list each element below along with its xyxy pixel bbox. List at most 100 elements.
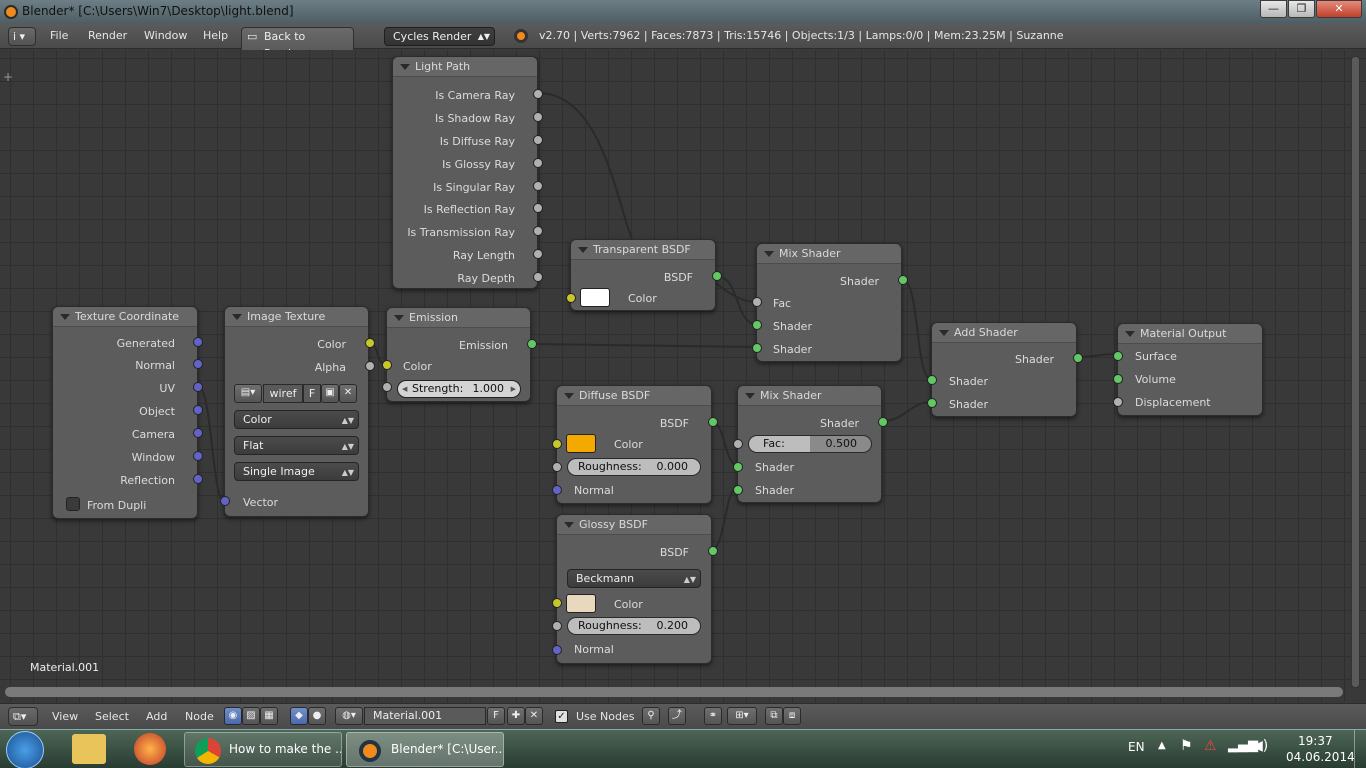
socket-window[interactable] bbox=[193, 451, 203, 461]
socket-shader-input-2[interactable] bbox=[733, 485, 743, 495]
socket-is-singular-ray[interactable] bbox=[533, 181, 543, 191]
menu-select[interactable]: Select bbox=[95, 710, 129, 723]
socket-ray-length[interactable] bbox=[533, 249, 543, 259]
shader-nodes-icon[interactable]: ◉ bbox=[224, 707, 242, 725]
socket-shader-input-2[interactable] bbox=[927, 398, 937, 408]
object-shader-icon[interactable]: ◆ bbox=[290, 707, 308, 725]
region-expand-plus-icon[interactable]: + bbox=[3, 70, 13, 84]
menu-view[interactable]: View bbox=[52, 710, 78, 723]
socket-bsdf[interactable] bbox=[712, 271, 722, 281]
socket-displacement-input[interactable] bbox=[1113, 397, 1123, 407]
editor-type-info-icon[interactable]: i ▾ bbox=[8, 27, 36, 46]
socket-is-glossy-ray[interactable] bbox=[533, 158, 543, 168]
socket-color-input[interactable] bbox=[552, 598, 562, 608]
taskbar-item-chrome[interactable]: How to make the ... bbox=[184, 732, 342, 767]
socket-is-shadow-ray[interactable] bbox=[533, 112, 543, 122]
socket-is-diffuse-ray[interactable] bbox=[533, 135, 543, 145]
socket-fac-input[interactable] bbox=[733, 439, 743, 449]
socket-alpha[interactable] bbox=[365, 361, 375, 371]
image-browse-icon[interactable]: ▤▾ bbox=[234, 384, 262, 403]
socket-is-transmission-ray[interactable] bbox=[533, 226, 543, 236]
node-mix-shader-2[interactable]: Mix Shader Shader Fac: 0.500 Shader Shad… bbox=[733, 385, 888, 503]
node-emission[interactable]: Emission Emission Color ◀ Strength: 1.00… bbox=[382, 307, 537, 402]
socket-color-input[interactable] bbox=[566, 293, 576, 303]
socket-emission[interactable] bbox=[527, 339, 537, 349]
paste-nodes-icon[interactable]: ⧈ bbox=[783, 707, 801, 725]
node-editor-canvas[interactable]: Light Path Is Camera Ray Is Shadow Ray I… bbox=[0, 50, 1366, 702]
pin-icon[interactable]: ⚲ bbox=[642, 707, 660, 725]
socket-roughness-input[interactable] bbox=[552, 621, 562, 631]
socket-shader-output[interactable] bbox=[898, 275, 908, 285]
socket-is-camera-ray[interactable] bbox=[533, 89, 543, 99]
minimize-button[interactable]: — bbox=[1260, 0, 1287, 18]
node-texture-coordinate[interactable]: Texture Coordinate Generated Normal UV O… bbox=[52, 306, 203, 519]
socket-color-input[interactable] bbox=[552, 439, 562, 449]
socket-shader-input-1[interactable] bbox=[927, 375, 937, 385]
menu-node[interactable]: Node bbox=[185, 710, 214, 723]
glossy-color-swatch[interactable] bbox=[566, 594, 596, 613]
socket-object[interactable] bbox=[193, 405, 203, 415]
socket-camera[interactable] bbox=[193, 428, 203, 438]
socket-ray-depth[interactable] bbox=[533, 272, 543, 282]
node-light-path[interactable]: Light Path Is Camera Ray Is Shadow Ray I… bbox=[392, 56, 543, 289]
clock-date[interactable]: 04.06.2014 bbox=[1286, 750, 1355, 764]
socket-shader-input-1[interactable] bbox=[752, 320, 762, 330]
from-dupli-checkbox[interactable] bbox=[66, 497, 80, 511]
socket-shader-input-1[interactable] bbox=[733, 462, 743, 472]
collapse-triangle-icon[interactable] bbox=[578, 247, 588, 253]
world-shader-icon[interactable]: ● bbox=[308, 707, 326, 725]
compositing-nodes-icon[interactable]: ▨ bbox=[242, 707, 260, 725]
collapse-triangle-icon[interactable] bbox=[564, 393, 574, 399]
diffuse-color-swatch[interactable] bbox=[566, 434, 596, 453]
unlink-icon[interactable]: ✕ bbox=[339, 384, 357, 403]
use-nodes-checkbox[interactable]: ✓ bbox=[555, 710, 568, 723]
show-desktop-button[interactable] bbox=[1354, 730, 1366, 768]
image-name-field[interactable]: wiref bbox=[263, 384, 303, 403]
node-glossy-bsdf[interactable]: Glossy BSDF BSDF Beckmann ▲▼ Color Roughn… bbox=[552, 514, 718, 664]
menu-help[interactable]: Help bbox=[203, 29, 228, 42]
snap-element-icon[interactable]: ⊞▾ bbox=[727, 707, 757, 725]
collapse-triangle-icon[interactable] bbox=[400, 64, 410, 70]
socket-normal-input[interactable] bbox=[552, 645, 562, 655]
color-space-select[interactable]: Color ▲▼ bbox=[234, 410, 359, 429]
security-alert-icon[interactable]: ⚠ bbox=[1204, 738, 1217, 754]
socket-surface-input[interactable] bbox=[1113, 351, 1123, 361]
unlink-material-icon[interactable]: ✕ bbox=[525, 707, 543, 725]
socket-volume-input[interactable] bbox=[1113, 374, 1123, 384]
collapse-triangle-icon[interactable] bbox=[745, 393, 755, 399]
socket-fac-input[interactable] bbox=[752, 297, 762, 307]
socket-strength-input[interactable] bbox=[382, 382, 392, 392]
material-name-field[interactable]: Material.001 bbox=[364, 707, 486, 725]
socket-normal-input[interactable] bbox=[552, 485, 562, 495]
node-add-shader[interactable]: Add Shader Shader Shader Shader bbox=[927, 322, 1083, 417]
socket-color[interactable] bbox=[365, 338, 375, 348]
socket-generated[interactable] bbox=[193, 337, 203, 347]
open-file-icon[interactable]: ▣ bbox=[321, 384, 339, 403]
fake-user-button[interactable]: F bbox=[303, 384, 321, 403]
maximize-button[interactable]: ❐ bbox=[1288, 0, 1315, 18]
taskbar-item-blender[interactable]: Blender* [C:\User... bbox=[346, 732, 504, 767]
collapse-triangle-icon[interactable] bbox=[1125, 331, 1135, 337]
decrement-arrow-icon[interactable]: ◀ bbox=[402, 381, 407, 397]
collapse-triangle-icon[interactable] bbox=[394, 315, 404, 321]
copy-nodes-icon[interactable]: ⧉ bbox=[765, 707, 783, 725]
socket-reflection[interactable] bbox=[193, 474, 203, 484]
collapse-triangle-icon[interactable] bbox=[564, 522, 574, 528]
node-transparent-bsdf[interactable]: Transparent BSDF BSDF Color bbox=[566, 239, 722, 311]
roughness-field[interactable]: Roughness: 0.000 bbox=[567, 458, 701, 476]
collapse-triangle-icon[interactable] bbox=[232, 314, 242, 320]
roughness-field[interactable]: Roughness: 0.200 bbox=[567, 617, 701, 635]
menu-window[interactable]: Window bbox=[144, 29, 187, 42]
collapse-triangle-icon[interactable] bbox=[60, 314, 70, 320]
horizontal-scrollbar[interactable] bbox=[5, 687, 1343, 697]
source-select[interactable]: Single Image ▲▼ bbox=[234, 462, 359, 481]
menu-render[interactable]: Render bbox=[88, 29, 127, 42]
material-browse-icon[interactable]: ◍▾ bbox=[335, 707, 363, 725]
fac-slider[interactable]: Fac: 0.500 bbox=[748, 435, 872, 453]
socket-color-input[interactable] bbox=[382, 360, 392, 370]
menu-add[interactable]: Add bbox=[146, 710, 167, 723]
socket-shader-output[interactable] bbox=[1073, 353, 1083, 363]
file-explorer-icon[interactable] bbox=[72, 734, 106, 764]
collapse-triangle-icon[interactable] bbox=[939, 330, 949, 336]
socket-vector[interactable] bbox=[220, 496, 230, 506]
